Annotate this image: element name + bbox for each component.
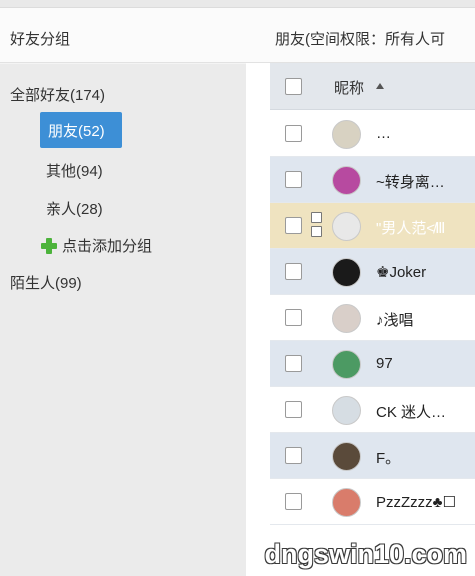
site-watermark: dngswin10.com: [264, 539, 467, 569]
group-family[interactable]: 亲人(28): [46, 198, 103, 219]
friend-row[interactable]: ♚Joker: [270, 249, 475, 295]
message-icon[interactable]: [311, 226, 322, 237]
friend-rows: … ~转身离… "男人范≮Ⅲ ♚Joker ♪浅唱 97 CK 迷人… F。 P…: [270, 111, 475, 525]
avatar[interactable]: [332, 120, 361, 149]
sidebar-header: 好友分组: [0, 8, 246, 63]
friend-row[interactable]: ~转身离…: [270, 157, 475, 203]
row-checkbox[interactable]: [285, 447, 302, 464]
friend-row[interactable]: ♪浅唱: [270, 295, 475, 341]
plus-icon: [40, 237, 58, 255]
nickname: ♪浅唱: [376, 312, 414, 329]
nickname: ♚Joker: [376, 264, 427, 281]
row-action-icons[interactable]: [311, 212, 323, 240]
avatar[interactable]: [332, 488, 361, 517]
row-checkbox[interactable]: [285, 401, 302, 418]
row-checkbox[interactable]: [285, 171, 302, 188]
nickname: ~转身离…: [376, 174, 445, 191]
add-group-button[interactable]: 点击添加分组: [40, 235, 152, 256]
row-checkbox[interactable]: [285, 263, 302, 280]
friend-list-panel: 朋友(空间权限：所有人可 昵称 … ~转身离… "男人范≮Ⅲ ♚Joker ♪浅…: [246, 8, 475, 576]
friend-row[interactable]: F。: [270, 433, 475, 479]
row-checkbox[interactable]: [285, 217, 302, 234]
friend-row-hovered[interactable]: "男人范≮Ⅲ: [270, 203, 475, 249]
sidebar-body: [0, 64, 246, 576]
profile-card-icon[interactable]: [311, 212, 322, 223]
panel-header: 朋友(空间权限：所有人可: [246, 8, 475, 63]
nickname: "男人范≮Ⅲ: [376, 220, 446, 237]
nickname: PzzZzzz♣☐: [376, 494, 456, 511]
avatar[interactable]: [332, 258, 361, 287]
nickname: CK 迷人…: [376, 404, 447, 421]
avatar[interactable]: [332, 166, 361, 195]
window-top-strip: [0, 0, 475, 8]
avatar[interactable]: [332, 396, 361, 425]
row-checkbox[interactable]: [285, 125, 302, 142]
group-other[interactable]: 其他(94): [46, 160, 103, 181]
nickname: F。: [376, 450, 401, 467]
friend-row[interactable]: CK 迷人…: [270, 387, 475, 433]
add-group-label: 点击添加分组: [62, 238, 153, 255]
group-strangers[interactable]: 陌生人(99): [10, 272, 82, 293]
avatar[interactable]: [332, 442, 361, 471]
row-checkbox[interactable]: [285, 309, 302, 326]
select-all-checkbox[interactable]: [285, 78, 302, 95]
nickname: 97: [376, 355, 393, 372]
avatar[interactable]: [332, 212, 361, 241]
panel-title: 朋友(空间权限：所有人可: [275, 31, 445, 48]
row-checkbox[interactable]: [285, 355, 302, 372]
friend-row[interactable]: 97: [270, 341, 475, 387]
sort-ascending-icon[interactable]: [376, 83, 384, 89]
row-checkbox[interactable]: [285, 493, 302, 510]
group-all-friends[interactable]: 全部好友(174): [10, 84, 105, 105]
friend-row[interactable]: PzzZzzz♣☐: [270, 479, 475, 525]
friend-row[interactable]: …: [270, 111, 475, 157]
sidebar-title: 好友分组: [10, 31, 71, 48]
avatar[interactable]: [332, 304, 361, 333]
avatar[interactable]: [332, 350, 361, 379]
group-friends[interactable]: 朋友(52): [40, 112, 122, 148]
column-header: 昵称: [270, 63, 475, 110]
nickname: …: [376, 125, 391, 142]
nickname-column-label[interactable]: 昵称: [334, 77, 364, 98]
